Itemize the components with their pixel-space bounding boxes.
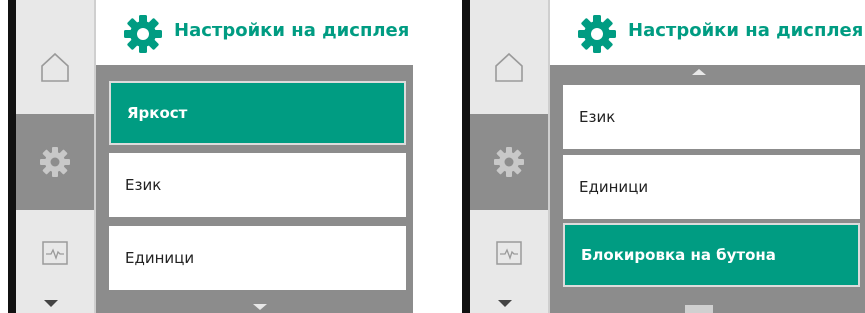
rail-edge [8,0,16,313]
nav-rail [16,0,96,313]
scroll-up-icon[interactable] [692,69,706,75]
rail-tab-home[interactable] [470,22,548,112]
list-item-units[interactable]: Единици [109,226,406,290]
settings-list: Език Единици Блокировка на бутона [550,65,865,313]
nav-rail [470,0,550,313]
rail-tab-home[interactable] [16,22,94,112]
rail-edge [462,0,470,313]
header: Настройки на дисплея [96,0,413,65]
rail-tab-settings[interactable] [16,114,94,210]
right-screen: Настройки на дисплея Език Единици Блокир… [462,0,865,313]
gear-icon [494,147,524,177]
list-item-language[interactable]: Език [109,153,406,217]
page-title: Настройки на дисплея [174,20,410,41]
list-item-brightness[interactable]: Яркост [109,81,406,145]
gear-icon [578,15,616,53]
home-icon [495,52,523,82]
home-icon [41,52,69,82]
gear-icon [40,147,70,177]
header: Настройки на дисплея [550,0,865,65]
scrollbar-handle[interactable] [685,305,713,313]
left-screen: Настройки на дисплея Яркост Език Единици [8,0,413,313]
settings-list: Яркост Език Единици [96,65,413,313]
list-item-button-lock[interactable]: Блокировка на бутона [563,223,860,287]
rail-tab-diagnostics[interactable] [16,212,94,294]
arrow-down-icon[interactable] [44,300,58,307]
list-item-units[interactable]: Единици [563,155,860,219]
pulse-monitor-icon [42,241,68,265]
list-item-language[interactable]: Език [563,85,860,149]
rail-tab-settings[interactable] [470,114,548,210]
rail-tab-diagnostics[interactable] [470,212,548,294]
page-title: Настройки на дисплея [628,20,864,41]
scroll-down-icon[interactable] [253,304,267,310]
pulse-monitor-icon [496,241,522,265]
gear-icon [124,15,162,53]
arrow-down-icon[interactable] [498,300,512,307]
